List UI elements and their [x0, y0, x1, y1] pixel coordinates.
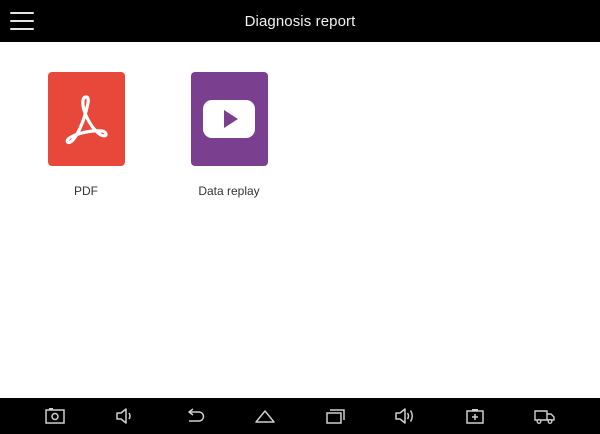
volume-down-icon[interactable]: [113, 405, 137, 427]
play-video-icon[interactable]: [190, 72, 268, 166]
battery-icon[interactable]: [463, 405, 487, 427]
app-screen: Diagnosis report PDF Data replay: [0, 0, 600, 434]
back-icon[interactable]: [183, 405, 207, 427]
page-title: Diagnosis report: [244, 12, 356, 30]
report-grid: PDF Data replay: [0, 42, 600, 398]
pdf-label: PDF: [74, 184, 98, 198]
pdf-tile[interactable]: PDF: [26, 72, 146, 198]
vci-truck-icon[interactable]: [533, 405, 557, 427]
volume-up-icon[interactable]: [393, 405, 417, 427]
pdf-acrobat-icon[interactable]: [47, 72, 125, 166]
home-icon[interactable]: [253, 405, 277, 427]
system-nav-bar: [0, 398, 600, 434]
hamburger-menu-icon[interactable]: [10, 10, 34, 32]
data-replay-label: Data replay: [198, 184, 260, 198]
top-bar: Diagnosis report: [0, 0, 600, 42]
recent-apps-icon[interactable]: [323, 405, 347, 427]
data-replay-tile[interactable]: Data replay: [169, 72, 289, 198]
screenshot-icon[interactable]: [43, 405, 67, 427]
